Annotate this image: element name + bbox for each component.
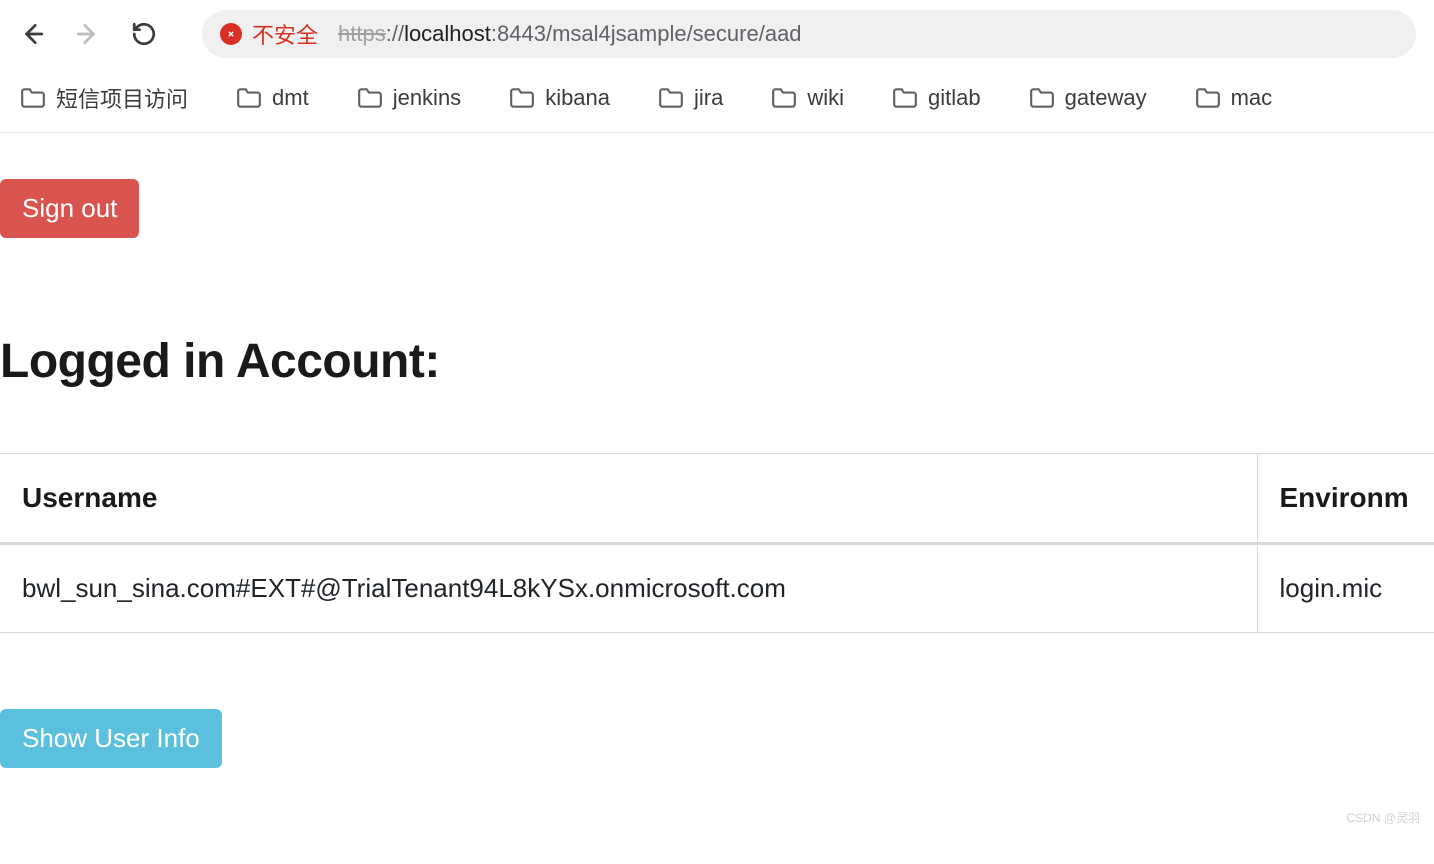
bookmark-item[interactable]: gitlab xyxy=(892,85,981,111)
bookmark-label: jenkins xyxy=(393,85,461,111)
folder-icon xyxy=(658,87,684,109)
reload-button[interactable] xyxy=(130,20,158,48)
bookmark-label: kibana xyxy=(545,85,610,111)
cell-environment: login.mic xyxy=(1257,544,1434,633)
cell-username: bwl_sun_sina.com#EXT#@TrialTenant94L8kYS… xyxy=(0,544,1257,633)
bookmark-item[interactable]: kibana xyxy=(509,85,610,111)
bookmark-item[interactable]: jira xyxy=(658,85,723,111)
bookmark-label: 短信项目访问 xyxy=(56,82,188,114)
bookmark-item[interactable]: jenkins xyxy=(357,85,461,111)
folder-icon xyxy=(892,87,918,109)
table-row: bwl_sun_sina.com#EXT#@TrialTenant94L8kYS… xyxy=(0,544,1434,633)
bookmark-item[interactable]: wiki xyxy=(771,85,844,111)
bookmark-label: jira xyxy=(694,85,723,111)
show-user-info-button[interactable]: Show User Info xyxy=(0,709,222,768)
folder-icon xyxy=(236,87,262,109)
page-heading: Logged in Account: xyxy=(0,334,1434,389)
watermark: CSDN @灵羽 xyxy=(1346,809,1420,826)
bookmarks-bar: 短信项目访问 dmt jenkins kibana jira wiki gitl… xyxy=(0,68,1434,133)
url-display: https://localhost:8443/msal4jsample/secu… xyxy=(338,21,802,47)
browser-toolbar: 不安全 https://localhost:8443/msal4jsample/… xyxy=(0,0,1434,68)
sign-out-button[interactable]: Sign out xyxy=(0,179,139,238)
folder-icon xyxy=(771,87,797,109)
bookmark-label: gitlab xyxy=(928,85,981,111)
back-button[interactable] xyxy=(18,20,46,48)
table-header-row: Username Environm xyxy=(0,454,1434,544)
bookmark-label: gateway xyxy=(1065,85,1147,111)
account-table: Username Environm bwl_sun_sina.com#EXT#@… xyxy=(0,453,1434,633)
bookmark-item[interactable]: gateway xyxy=(1029,85,1147,111)
folder-icon xyxy=(1195,87,1221,109)
insecure-warning-icon xyxy=(220,23,242,45)
table-header-environment: Environm xyxy=(1257,454,1434,544)
address-bar[interactable]: 不安全 https://localhost:8443/msal4jsample/… xyxy=(202,10,1416,58)
bookmark-label: mac xyxy=(1231,85,1273,111)
folder-icon xyxy=(1029,87,1055,109)
url-path: /msal4jsample/secure/aad xyxy=(546,21,802,46)
url-host: localhost xyxy=(404,21,491,46)
forward-button[interactable] xyxy=(74,20,102,48)
insecure-label: 不安全 xyxy=(252,18,318,50)
folder-icon xyxy=(357,87,383,109)
bookmark-item[interactable]: mac xyxy=(1195,85,1273,111)
bookmark-label: wiki xyxy=(807,85,844,111)
page-content: Sign out Logged in Account: Username Env… xyxy=(0,133,1434,768)
folder-icon xyxy=(509,87,535,109)
bookmark-item[interactable]: 短信项目访问 xyxy=(20,82,188,114)
bookmark-item[interactable]: dmt xyxy=(236,85,309,111)
bookmark-label: dmt xyxy=(272,85,309,111)
table-header-username: Username xyxy=(0,454,1257,544)
folder-icon xyxy=(20,87,46,109)
url-protocol: https xyxy=(338,21,386,46)
